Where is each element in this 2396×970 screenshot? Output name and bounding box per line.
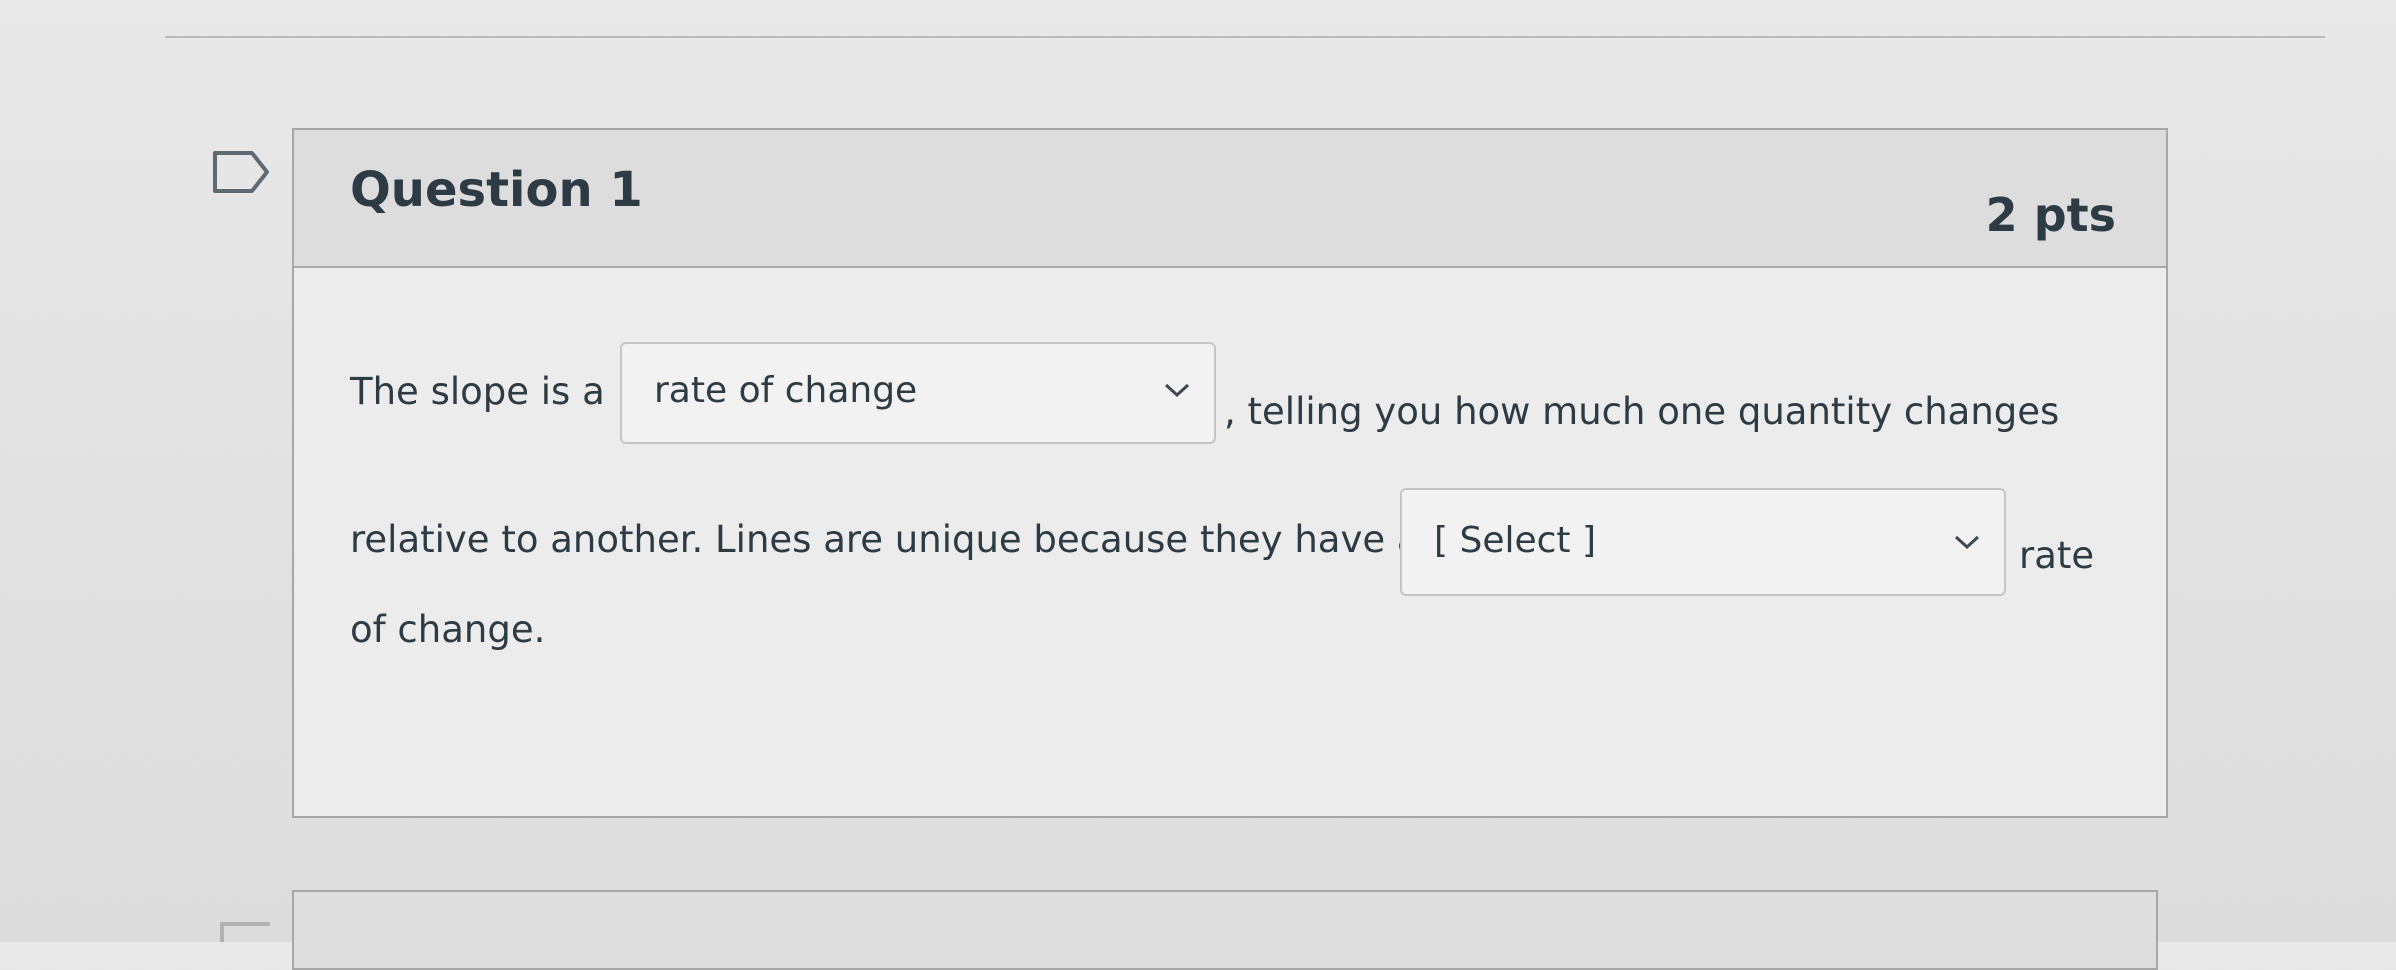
question-text-part-4: rate xyxy=(2019,534,2095,577)
next-question-card xyxy=(292,890,2158,970)
question-text-part-2: , telling you how much one quantity chan… xyxy=(1224,390,2060,433)
chevron-down-icon xyxy=(1164,383,1190,398)
question-title: Question 1 xyxy=(350,162,643,218)
dropdown-2-selected-value: [ Select ] xyxy=(1434,520,1597,561)
flag-question-icon[interactable] xyxy=(212,150,270,194)
question-text-part-1: The slope is a xyxy=(350,370,605,413)
question-card: Question 1 2 pts The slope is a rate of … xyxy=(292,128,2168,818)
question-header: Question 1 2 pts xyxy=(294,130,2166,268)
question-text-part-5: of change. xyxy=(350,608,546,651)
next-question-flag-icon[interactable] xyxy=(220,922,270,942)
answer-dropdown-2[interactable]: [ Select ] xyxy=(1400,488,2006,596)
section-divider xyxy=(165,36,2325,38)
answer-dropdown-1[interactable]: rate of change xyxy=(620,342,1216,444)
question-text-part-3: relative to another. Lines are unique be… xyxy=(350,518,1420,561)
chevron-down-icon xyxy=(1954,535,1980,550)
dropdown-1-selected-value: rate of change xyxy=(654,370,918,411)
question-points: 2 pts xyxy=(1985,188,2116,242)
